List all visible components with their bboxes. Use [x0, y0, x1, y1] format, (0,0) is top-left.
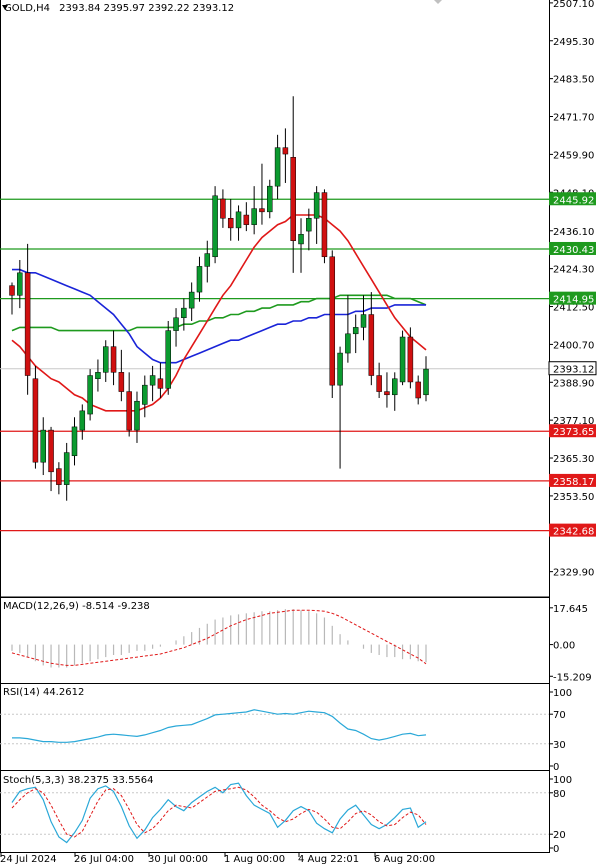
time-tick-label: 6 Aug 20:00 [374, 854, 435, 864]
trading-chart[interactable]: 2507.102495.302483.502471.702459.902448.… [0, 0, 600, 864]
rsi-tick-label: 70 [553, 710, 566, 721]
support-tag-label: 2358.17 [553, 477, 594, 488]
time-tick-label: 26 Jul 04:00 [74, 854, 134, 864]
candle-body [407, 336, 414, 383]
price-tick-label: 2400.70 [553, 340, 594, 351]
candle-body [48, 429, 54, 473]
rsi-tick-label: 0 [553, 762, 559, 773]
candle-body [71, 426, 78, 457]
candle-body [196, 266, 203, 293]
candle-body [329, 256, 336, 386]
macd-tick-label: -15.209 [553, 672, 592, 683]
candle-body [290, 157, 296, 241]
candle-body [243, 214, 250, 225]
candle-body [63, 452, 70, 485]
price-tick-label: 2483.50 [553, 75, 594, 86]
candle-body [423, 368, 429, 396]
candle-body [173, 317, 179, 331]
price-tick-label: 2436.10 [553, 227, 594, 238]
price-tick-label: 2329.90 [553, 568, 594, 579]
price-tick-label: 2424.30 [553, 265, 594, 276]
price-tick-label: 2507.10 [553, 0, 594, 10]
time-tick-label: 1 Aug 00:00 [224, 854, 285, 864]
ohlc-values: 2393.84 2395.97 2392.22 2393.12 [59, 3, 234, 14]
candle-body [157, 378, 164, 389]
macd-tick-label: 0.00 [553, 641, 575, 652]
stoch-tick-label: 80 [553, 789, 566, 800]
support-tag-label: 2342.68 [553, 527, 594, 538]
candle-body [24, 272, 31, 376]
candle-body [274, 147, 281, 187]
candle-body [384, 391, 390, 396]
candle-body [337, 352, 343, 386]
candle-body [392, 378, 398, 396]
price-tick-label: 2471.70 [553, 113, 594, 124]
symbol-label: GOLD,H4 [4, 3, 50, 14]
candle-body [126, 391, 132, 431]
candle-body [118, 372, 125, 392]
candle-body [259, 208, 265, 213]
candle-body [399, 336, 406, 383]
time-tick-label: 4 Aug 22:01 [298, 854, 359, 864]
candle-body [313, 192, 320, 219]
candle-body [352, 327, 359, 335]
candle-body [345, 333, 351, 354]
candle-body [40, 429, 46, 463]
candle-body [56, 468, 62, 485]
candle-body [79, 410, 86, 431]
resistance-tag-label: 2445.92 [553, 195, 594, 206]
time-tick-label: 24 Jul 2024 [0, 854, 57, 864]
current-price-label: 2393.12 [553, 365, 594, 376]
candle-body [306, 218, 312, 232]
candle-body [87, 375, 93, 415]
candle-body [149, 375, 156, 386]
candle-body [415, 381, 421, 399]
candle-body [267, 185, 273, 213]
candle-body [204, 253, 211, 267]
candle-body [251, 208, 257, 225]
candle-body [165, 330, 171, 389]
macd-tick-label: 17.645 [553, 604, 588, 615]
resistance-tag-label: 2430.43 [553, 245, 594, 256]
support-tag-label: 2373.65 [553, 427, 594, 438]
price-tick-label: 2353.50 [553, 492, 594, 503]
candle-body [188, 291, 195, 309]
candle-body [110, 346, 117, 373]
candle-body [298, 234, 304, 245]
time-tick-label: 30 Jul 00:00 [148, 854, 208, 864]
candle-body [235, 211, 242, 229]
stoch-tick-label: 100 [553, 775, 572, 786]
candle-body [220, 198, 226, 219]
candle-body [181, 307, 187, 319]
candle-body [95, 372, 101, 379]
candle-body [32, 378, 39, 463]
rsi-tick-label: 30 [553, 740, 566, 751]
rsi-title: RSI(14) 44.2612 [3, 687, 84, 698]
stoch-title: Stoch(5,3,3) 38.2375 33.5564 [3, 775, 154, 786]
price-tick-label: 2365.30 [553, 454, 594, 465]
chart-background [0, 0, 600, 864]
candle-body [17, 272, 23, 296]
price-tick-label: 2388.90 [553, 378, 594, 389]
candle-body [9, 285, 15, 296]
candle-body [360, 314, 367, 328]
candle-body [142, 384, 148, 405]
candle-body [134, 400, 140, 431]
candle-body [321, 192, 328, 258]
price-tick-label: 2459.90 [553, 150, 594, 161]
stoch-tick-label: 0 [553, 844, 559, 855]
price-tick-label: 2495.30 [553, 37, 594, 48]
candle-body [102, 346, 109, 373]
candle-body [227, 218, 234, 229]
candle-body [282, 147, 289, 155]
chart-header: GOLD,H4 2393.84 2395.97 2392.22 2393.12 [4, 3, 234, 14]
macd-title: MACD(12,26,9) -8.514 -9.238 [3, 601, 150, 612]
candle-body [368, 314, 375, 376]
rsi-tick-label: 100 [553, 688, 572, 699]
resistance-tag-label: 2414.95 [553, 295, 594, 306]
candle-body [212, 195, 218, 258]
stoch-tick-label: 20 [553, 830, 566, 841]
level-tags: 2445.92 2430.43 2414.95 2373.65 2358.17 2342.… [548, 192, 597, 538]
candle-body [376, 375, 382, 392]
